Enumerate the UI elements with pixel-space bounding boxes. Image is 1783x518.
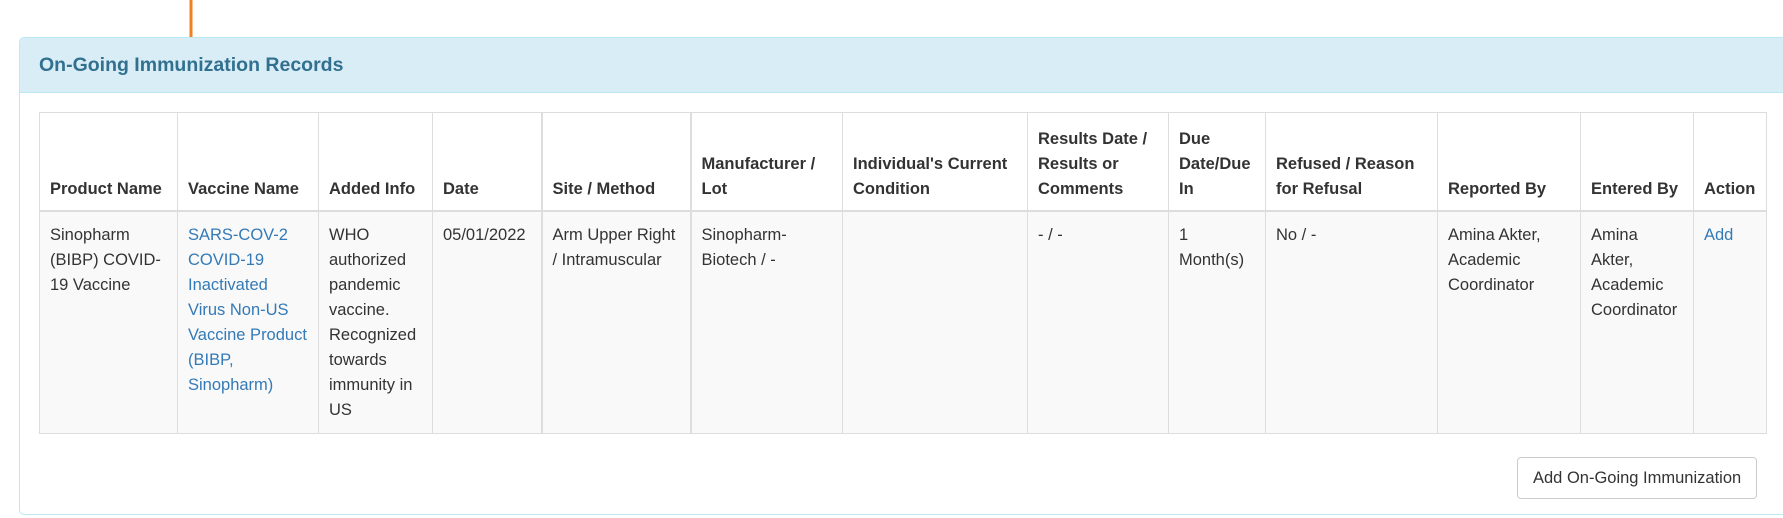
column-header-refused: Refused / Reason for Refusal <box>1265 112 1438 212</box>
column-header-manufacturer-lot: Manufacturer / Lot <box>689 112 843 212</box>
records-table-wrapper: Product Name Vaccine Name Added Info Dat… <box>39 112 1767 434</box>
column-header-date: Date <box>432 112 542 212</box>
cell-refused: No / - <box>1265 210 1438 434</box>
cell-current-condition <box>842 210 1028 434</box>
column-header-reported-by: Reported By <box>1437 112 1581 212</box>
cell-entered-by: Amina Akter, Academic Coordinator <box>1580 210 1694 434</box>
cell-reported-by: Amina Akter, Academic Coordinator <box>1437 210 1581 434</box>
cell-manufacturer-lot: Sinopharm-Biotech / - <box>689 210 843 434</box>
panel-title: On-Going Immunization Records <box>39 54 344 76</box>
add-on-going-immunization-button[interactable]: Add On-Going Immunization <box>1517 457 1758 499</box>
records-table: Product Name Vaccine Name Added Info Dat… <box>39 112 1767 434</box>
column-header-vaccine-name: Vaccine Name <box>177 112 319 212</box>
vaccine-name-link[interactable]: SARS-COV-2 COVID-19 Inactivated Virus No… <box>188 226 307 394</box>
immunization-records-panel: On-Going Immunization Records Product Na… <box>19 37 1783 515</box>
cell-results: - / - <box>1027 210 1169 434</box>
cell-added-info: WHO authorized pandemic vaccine. Recogni… <box>318 210 433 434</box>
column-header-added-info: Added Info <box>318 112 433 212</box>
panel-heading: On-Going Immunization Records <box>20 38 1783 93</box>
column-header-due: Due Date/Due In <box>1168 112 1266 212</box>
column-header-results: Results Date / Results or Comments <box>1027 112 1169 212</box>
table-header-row: Product Name Vaccine Name Added Info Dat… <box>39 112 1767 212</box>
table-row: Sinopharm (BIBP) COVID-19 Vaccine SARS-C… <box>39 210 1767 434</box>
cell-product-name: Sinopharm (BIBP) COVID-19 Vaccine <box>39 210 178 434</box>
column-header-site-method: Site / Method <box>540 112 691 212</box>
cell-site-method: Arm Upper Right / Intramuscular <box>540 210 691 434</box>
column-header-current-condition: Individual's Current Condition <box>842 112 1028 212</box>
cell-vaccine-name: SARS-COV-2 COVID-19 Inactivated Virus No… <box>177 210 319 434</box>
cell-action: Add <box>1693 210 1767 434</box>
column-header-action: Action <box>1693 112 1767 212</box>
column-header-product-name: Product Name <box>39 112 178 212</box>
add-action-link[interactable]: Add <box>1704 226 1733 244</box>
cell-date: 05/01/2022 <box>432 210 542 434</box>
cell-due: 1 Month(s) <box>1168 210 1266 434</box>
column-header-entered-by: Entered By <box>1580 112 1694 212</box>
